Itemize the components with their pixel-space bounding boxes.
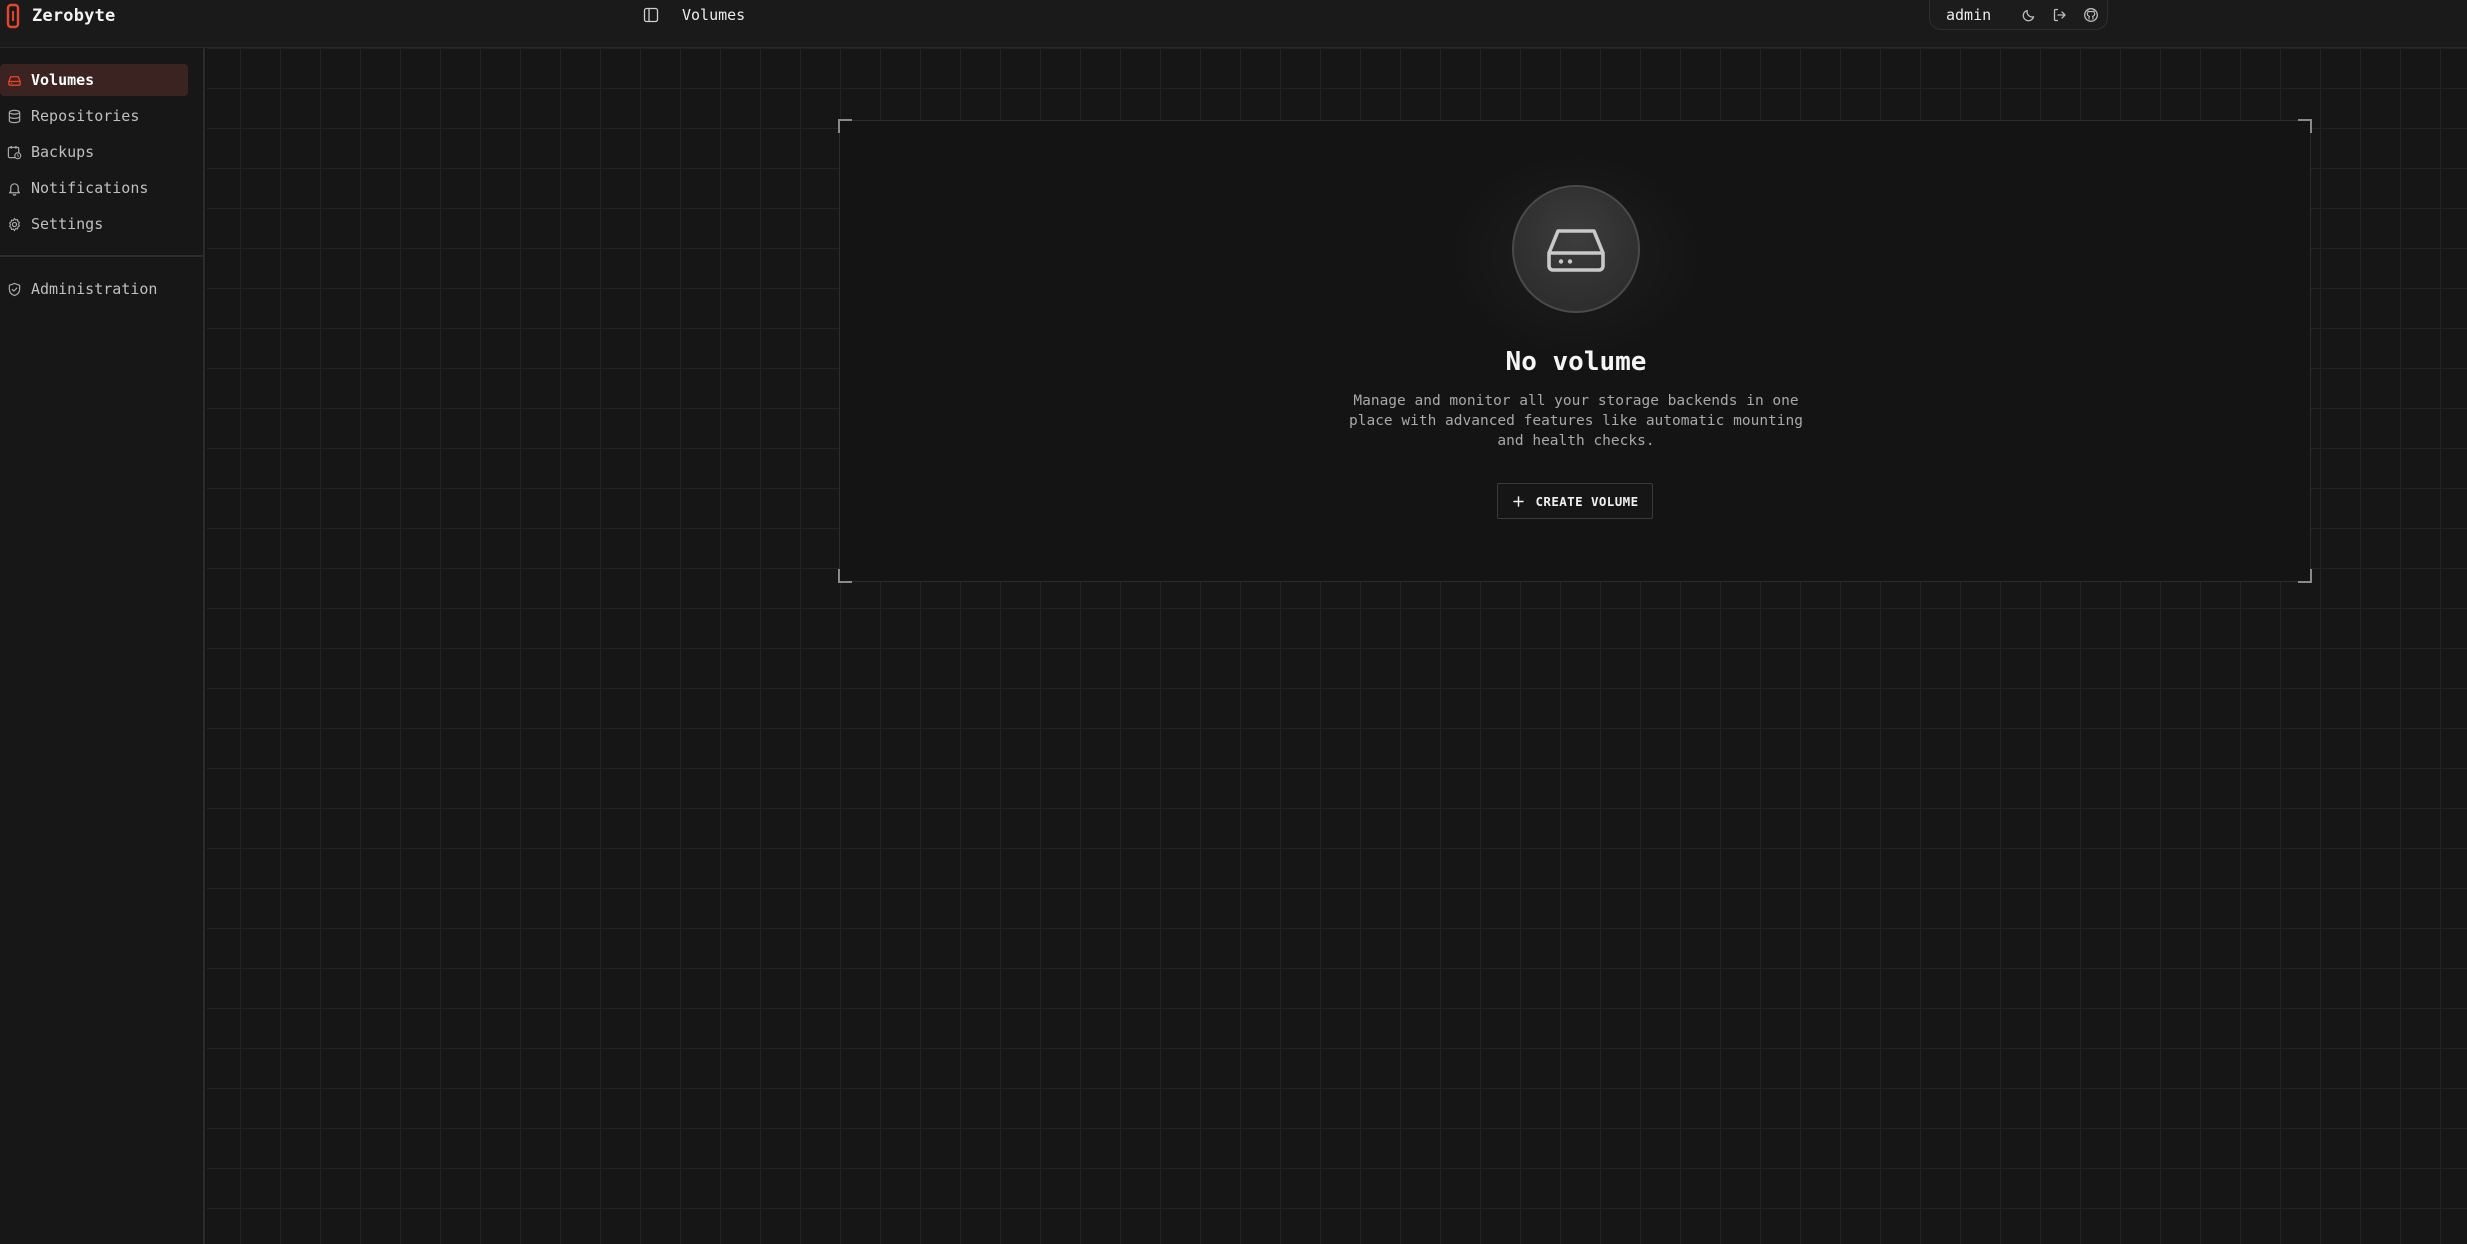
sidebar-toggle-icon[interactable] bbox=[640, 4, 662, 26]
top-bar: Zerobyte Volumes admin bbox=[0, 0, 2467, 48]
user-menu: admin bbox=[1929, 0, 2108, 30]
empty-state-card: No volume Manage and monitor all your st… bbox=[838, 119, 2312, 583]
sidebar-item-label: Administration bbox=[31, 280, 158, 298]
sidebar-item-notifications[interactable]: Notifications bbox=[0, 172, 188, 204]
sidebar-item-label: Backups bbox=[31, 143, 95, 161]
sidebar-item-backups[interactable]: Backups bbox=[0, 136, 188, 168]
user-name[interactable]: admin bbox=[1946, 6, 1991, 24]
create-volume-label: CREATE VOLUME bbox=[1535, 493, 1639, 509]
logout-icon[interactable] bbox=[2044, 2, 2075, 28]
hard-drive-icon bbox=[1547, 229, 1605, 272]
gear-icon bbox=[7, 217, 22, 232]
empty-state-icon-circle bbox=[1512, 185, 1640, 313]
sidebar-item-administration[interactable]: Administration bbox=[0, 273, 188, 305]
sidebar-item-label: Notifications bbox=[31, 179, 149, 197]
sidebar-item-label: Volumes bbox=[31, 71, 95, 89]
app-name: Zerobyte bbox=[32, 6, 116, 26]
theme-toggle-moon-icon[interactable] bbox=[2013, 2, 2044, 28]
sidebar-item-volumes[interactable]: Volumes bbox=[0, 64, 188, 96]
empty-state-description: Manage and monitor all your storage back… bbox=[1349, 393, 1803, 449]
create-volume-button[interactable]: CREATE VOLUME bbox=[1497, 483, 1653, 519]
plus-icon bbox=[1511, 494, 1525, 508]
card-corner-bracket bbox=[2298, 119, 2312, 133]
card-corner-bracket bbox=[838, 569, 852, 583]
breadcrumb: Volumes bbox=[640, 4, 745, 26]
sidebar-item-repositories[interactable]: Repositories bbox=[0, 100, 188, 132]
card-corner-bracket bbox=[838, 119, 852, 133]
brand[interactable]: Zerobyte bbox=[6, 2, 115, 30]
sidebar-item-label: Repositories bbox=[31, 107, 140, 125]
github-icon[interactable] bbox=[2076, 2, 2107, 28]
shield-check-icon bbox=[7, 282, 22, 297]
hard-drive-icon bbox=[7, 73, 22, 88]
sidebar-item-settings[interactable]: Settings bbox=[0, 208, 188, 240]
database-icon bbox=[7, 109, 22, 124]
empty-state-title: No volume bbox=[1505, 347, 1647, 377]
zerobyte-logo-icon bbox=[6, 3, 20, 29]
sidebar-item-label: Settings bbox=[31, 215, 104, 233]
calendar-clock-icon bbox=[7, 145, 22, 160]
bell-icon bbox=[7, 181, 22, 196]
card-corner-bracket bbox=[2298, 569, 2312, 583]
sidebar-divider bbox=[0, 255, 203, 257]
page-title: Volumes bbox=[682, 6, 746, 24]
main-content: No volume Manage and monitor all your st… bbox=[207, 48, 2467, 1244]
sidebar: Volumes Repositories Backups Notificatio… bbox=[0, 48, 205, 1244]
app-root: Zerobyte Volumes admin Volumes Repositor… bbox=[0, 0, 2467, 1244]
